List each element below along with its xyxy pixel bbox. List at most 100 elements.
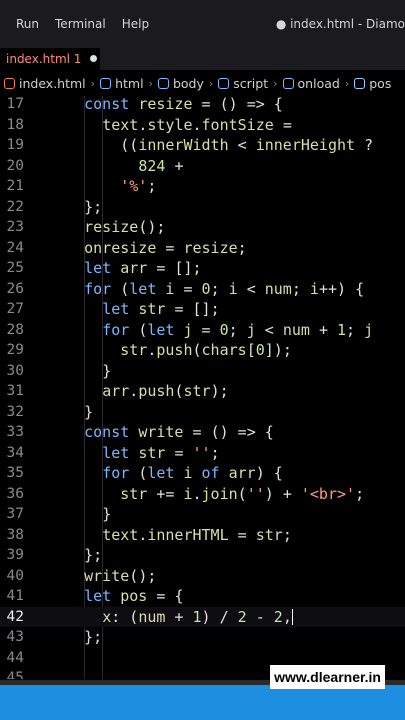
- breadcrumb-script[interactable]: script: [218, 76, 268, 91]
- line-number: 37: [6, 506, 24, 522]
- code-text: let str = '';: [102, 443, 220, 462]
- code-text: text.style.fontSize =: [102, 115, 292, 134]
- line-number: 35: [6, 465, 24, 481]
- code-line[interactable]: 27 let str = [];: [0, 299, 405, 320]
- code-line[interactable]: 20 824 +: [0, 156, 405, 177]
- code-line[interactable]: 21 '%';: [0, 176, 405, 197]
- code-line[interactable]: 34 let str = '';: [0, 443, 405, 464]
- code-text: x: (num + 1) / 2 - 2,: [102, 607, 293, 626]
- code-text: str += i.join('') + '<br>';: [120, 484, 365, 503]
- chevron-right-icon: ›: [148, 76, 153, 90]
- code-text: };: [84, 197, 103, 216]
- line-number: 45: [6, 670, 24, 679]
- html-file-icon: [4, 77, 15, 89]
- breadcrumb-label: onload: [297, 75, 340, 91]
- line-number: 36: [6, 485, 24, 502]
- code-line[interactable]: 32 }: [0, 402, 405, 423]
- breadcrumb-file[interactable]: index.html: [4, 76, 86, 91]
- code-line[interactable]: 18 text.style.fontSize =: [0, 115, 405, 136]
- code-text: arr.push(str);: [102, 382, 229, 400]
- line-number: 28: [6, 321, 24, 338]
- window-title: ● index.html - Diamo: [275, 17, 405, 31]
- code-line[interactable]: 26 for (let i = 0; i < num; i++) {: [0, 279, 405, 300]
- code-line[interactable]: 31 arr.push(str);: [0, 381, 405, 402]
- line-number: 22: [6, 198, 24, 215]
- element-icon: [157, 77, 169, 89]
- code-text: };: [84, 546, 103, 564]
- code-text: 824 +: [138, 156, 184, 175]
- code-line[interactable]: 38 text.innerHTML = str;: [0, 525, 405, 546]
- breadcrumb-onload[interactable]: onload: [282, 75, 340, 91]
- code-text: text.innerHTML = str;: [102, 525, 292, 544]
- element-icon: [218, 77, 230, 89]
- code-text: for (let i of arr) {: [102, 464, 283, 482]
- code-text: let str = [];: [102, 300, 220, 318]
- chevron-right-icon: ›: [273, 76, 278, 90]
- line-number: 33: [6, 424, 24, 440]
- breadcrumb-pos[interactable]: pos: [354, 76, 391, 91]
- line-number: 26: [6, 280, 24, 297]
- code-text: write();: [84, 566, 157, 585]
- line-number: 40: [6, 567, 24, 584]
- variable-icon: [354, 77, 366, 89]
- line-number: 31: [6, 383, 24, 399]
- line-number: 42: [6, 608, 24, 625]
- line-number: 27: [6, 301, 24, 317]
- code-text: for (let j = 0; j < num + 1; j: [102, 320, 374, 339]
- code-text: let pos = {: [84, 587, 184, 605]
- line-number: 25: [6, 260, 24, 276]
- breadcrumb-html[interactable]: html: [100, 75, 144, 91]
- line-number: 29: [6, 342, 24, 358]
- breadcrumb-body[interactable]: body: [157, 75, 204, 91]
- line-number: 39: [6, 547, 24, 563]
- menu-terminal[interactable]: Terminal: [55, 17, 106, 31]
- code-line[interactable]: 43 };: [0, 627, 405, 648]
- code-line[interactable]: 35 for (let i of arr) {: [0, 463, 405, 484]
- code-line[interactable]: 22 };: [0, 197, 405, 218]
- function-icon: [282, 77, 294, 89]
- code-line[interactable]: 29 str.push(chars[0]);: [0, 340, 405, 361]
- element-icon: [100, 77, 112, 89]
- menu-run[interactable]: Run: [16, 17, 39, 31]
- code-line[interactable]: 30 }: [0, 361, 405, 382]
- code-editor[interactable]: 17 const resize = () => {18 text.style.f…: [0, 96, 405, 679]
- breadcrumb-label: script: [233, 75, 269, 91]
- code-line[interactable]: 42 x: (num + 1) / 2 - 2,: [0, 606, 405, 627]
- code-line[interactable]: 40 write();: [0, 566, 405, 587]
- editor-tabs: index.html 1: [0, 48, 405, 70]
- code-line[interactable]: 17 const resize = () => {: [0, 96, 405, 115]
- code-line[interactable]: 36 str += i.join('') + '<br>';: [0, 484, 405, 505]
- code-text: const write = () => {: [84, 423, 274, 441]
- code-line[interactable]: 23 resize();: [0, 217, 405, 238]
- breadcrumb-label: body: [172, 75, 204, 91]
- chevron-right-icon: ›: [208, 76, 214, 90]
- code-line[interactable]: 41 let pos = {: [0, 586, 405, 607]
- tab-index-html[interactable]: index.html 1: [0, 48, 100, 70]
- line-number: 43: [6, 629, 24, 645]
- menu-help[interactable]: Help: [122, 17, 149, 31]
- line-number: 41: [6, 588, 24, 604]
- tab-label: index.html 1: [6, 52, 82, 66]
- line-number: 19: [6, 137, 24, 153]
- code-line[interactable]: 37 }: [0, 504, 405, 525]
- code-line[interactable]: 39 };: [0, 545, 405, 566]
- code-text: }: [84, 402, 94, 421]
- line-number: 30: [6, 362, 24, 379]
- breadcrumb-label: html: [115, 75, 144, 91]
- code-line[interactable]: 24 onresize = resize;: [0, 238, 405, 259]
- code-line[interactable]: 25 let arr = [];: [0, 258, 405, 279]
- code-text: onresize = resize;: [84, 238, 247, 257]
- code-line[interactable]: 19 ((innerWidth < innerHeight ?: [0, 135, 405, 156]
- line-number: 32: [6, 403, 24, 420]
- line-number: 24: [6, 239, 24, 256]
- code-text: '%';: [120, 177, 157, 195]
- code-line[interactable]: 28 for (let j = 0; j < num + 1; j: [0, 320, 405, 341]
- chevron-right-icon: ›: [90, 76, 96, 90]
- line-number: 20: [6, 157, 24, 174]
- code-text: const resize = () => {: [84, 96, 283, 113]
- unsaved-dot-icon[interactable]: [90, 55, 98, 62]
- code-line[interactable]: 33 const write = () => {: [0, 422, 405, 443]
- line-number: 17: [6, 96, 24, 112]
- watermark: www.dlearner.in: [270, 665, 385, 689]
- line-number: 38: [6, 526, 24, 543]
